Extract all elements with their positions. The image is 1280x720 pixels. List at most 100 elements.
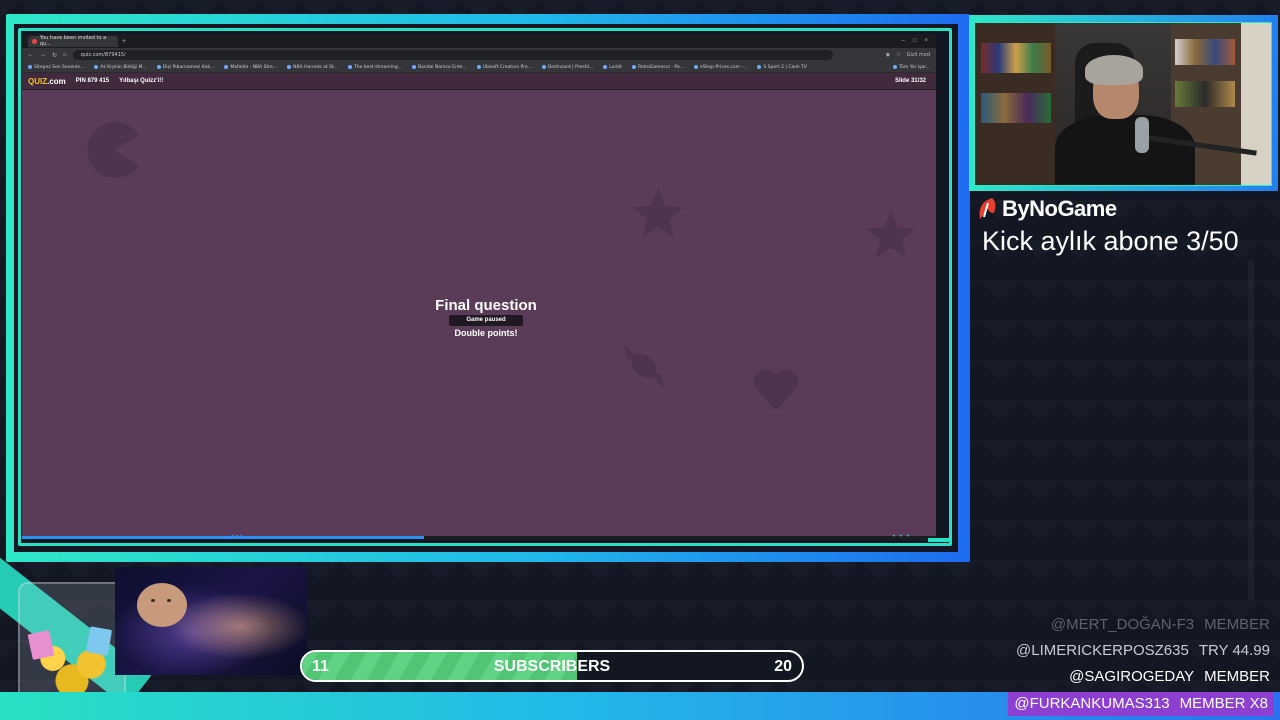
- progress-dots-left: •••: [232, 534, 245, 540]
- gift-card-icon: [85, 626, 113, 656]
- quiz-pin: PIN 879 415: [75, 78, 110, 84]
- bookmark-item[interactable]: Lurkit: [603, 65, 622, 70]
- bookmark-item[interactable]: Ubisoft Creators Pro...: [476, 65, 532, 70]
- bookmark-icon: [348, 65, 353, 69]
- bookmark-icon: [541, 65, 546, 69]
- member-row: @MERT_DOĞAN-F3 MEMBER: [1016, 614, 1270, 640]
- subscribers-current: 11: [312, 658, 329, 675]
- member-tag: MEMBER: [1204, 668, 1270, 685]
- member-tag: MEMBER: [1204, 616, 1270, 633]
- browser-tabbar: You have been invited to a qu... + – □ ×: [22, 34, 936, 48]
- bookmark-item[interactable]: The best streaming...: [348, 65, 402, 70]
- bookmark-item[interactable]: eShop-Prices.com -...: [693, 65, 747, 70]
- browser-tab-title: You have been invited to a qu...: [39, 35, 107, 47]
- quiz-progress-track: ••• •••: [22, 534, 936, 540]
- heart-decoration-icon: [753, 369, 799, 411]
- bookmark-star-icon[interactable]: ☆: [896, 52, 900, 58]
- bookmark-icon: [94, 65, 99, 69]
- minimize-icon[interactable]: –: [902, 38, 905, 44]
- bookmark-icon: [693, 65, 698, 69]
- incognito-icon: ◉: [885, 52, 891, 58]
- webcam-feed: [974, 22, 1272, 186]
- books-row: [1175, 81, 1235, 107]
- brand-logo: ByNoGame: [976, 196, 1117, 222]
- latest-member-highlight: @FURKANKUMAS313 MEMBER X8: [1008, 692, 1274, 716]
- progress-dots-right: •••: [892, 534, 914, 540]
- bookmark-icon: [757, 65, 762, 69]
- close-icon[interactable]: ×: [924, 38, 928, 44]
- brand-name: ByNoGame: [1002, 196, 1117, 221]
- bookmark-icon: [476, 65, 481, 69]
- bookmark-icon: [224, 65, 229, 69]
- bookmark-item[interactable]: Destnzard | Prestil...: [541, 65, 593, 70]
- final-question-text: Final question: [435, 297, 537, 314]
- quiz-logo[interactable]: QUIZ.com: [28, 77, 66, 86]
- member-tag: TRY 44.99: [1198, 642, 1270, 659]
- bookmark-item[interactable]: Dişi İhbarnamesi Kak...: [156, 65, 214, 70]
- forward-icon[interactable]: →: [40, 52, 46, 58]
- url-input[interactable]: quiz.com/879415/: [72, 50, 833, 60]
- side-panel-divider: [1248, 260, 1254, 600]
- reload-icon[interactable]: ↻: [52, 52, 57, 59]
- member-name: @MERT_DOĞAN-F3: [1050, 616, 1195, 633]
- profile-label[interactable]: Gizli mod: [907, 52, 930, 58]
- member-name: @FURKANKUMAS313: [1014, 695, 1170, 712]
- bookmark-icon: [287, 65, 292, 69]
- books-row: [981, 43, 1051, 73]
- subscribers-goal-bar: SUBSCRIBERS 11 20: [300, 650, 804, 682]
- streamer-beanie: [1085, 55, 1143, 85]
- member-row: @LIMERICKERPOSZ635 TRY 44.99: [1016, 640, 1270, 666]
- address-bar: ← → ↻ ⌂ quiz.com/879415/ ◉ ☆ Gizli mod: [22, 48, 936, 62]
- game-paused-badge: Game paused: [449, 315, 523, 326]
- quiz-header: QUIZ.com PIN 879 415 Yılbaşı Quizz'i!! S…: [22, 73, 936, 89]
- wall-light: [1241, 23, 1271, 185]
- bookmark-icon: [156, 65, 161, 69]
- subscribers-label: SUBSCRIBERS: [493, 658, 611, 675]
- bookmark-icon: [412, 65, 416, 69]
- candy-decoration-icon: [624, 344, 664, 388]
- bookmark-icon: [603, 65, 608, 69]
- slide-counter: Slide 31/32: [894, 78, 926, 84]
- member-tag: MEMBER X8: [1179, 695, 1268, 712]
- bookmark-item[interactable]: Az Kişinin Bildiği M...: [94, 65, 147, 70]
- avatar-eye: [151, 599, 155, 602]
- bookmark-item[interactable]: NBA Hornets at St...: [287, 65, 338, 70]
- avatar-eye: [167, 599, 171, 602]
- subscribers-goal: 20: [774, 658, 792, 675]
- address-bar-actions: ◉ ☆ Gizli mod: [886, 52, 930, 58]
- bookmark-item[interactable]: S Sport 2 | Canlı TV: [757, 65, 807, 70]
- bookmark-item[interactable]: Sitepnz Son Sevenle...: [28, 65, 84, 70]
- folder-icon: [892, 65, 897, 69]
- kick-subscriber-goal-text: Kick aylık abone 3/50: [982, 226, 1239, 256]
- star-decoration-icon: [865, 209, 917, 259]
- browser-tab[interactable]: You have been invited to a qu...: [28, 35, 118, 47]
- window-controls: – □ ×: [902, 38, 936, 44]
- new-tab-icon[interactable]: +: [122, 38, 126, 45]
- bookmarks-bar: Sitepnz Son Sevenle... Az Kişinin Bildiğ…: [22, 62, 936, 73]
- bookmark-icon: [28, 65, 32, 69]
- bookmark-item[interactable]: RetroGamesrz - Pa...: [631, 65, 684, 70]
- home-icon[interactable]: ⌂: [63, 52, 67, 58]
- books-row: [1175, 39, 1235, 65]
- quiz-stage: Final question Game paused Double points…: [22, 90, 936, 540]
- member-name: @LIMERICKERPOSZ635: [1016, 642, 1189, 659]
- bookmark-icon: [631, 65, 636, 69]
- quiz-progress-fill: [22, 536, 425, 539]
- bookmark-item[interactable]: Mafalde - NBA Stre...: [224, 65, 277, 70]
- member-row: @SAGIROGEDAY MEMBER: [1016, 666, 1270, 692]
- quiz-favicon-icon: [32, 38, 37, 44]
- books-row: [981, 93, 1051, 123]
- star-decoration-icon: [632, 188, 684, 238]
- recent-members-list: @MERT_DOĞAN-F3 MEMBER @LIMERICKERPOSZ635 T…: [1016, 614, 1270, 692]
- bynogame-logo-icon: [979, 198, 996, 219]
- bookmark-item[interactable]: Bandai Namco Ente...: [412, 65, 467, 70]
- browser-window: You have been invited to a qu... + – □ ×…: [22, 34, 936, 540]
- maximize-icon[interactable]: □: [913, 38, 917, 44]
- back-icon[interactable]: ←: [28, 52, 34, 58]
- url-text: quiz.com/879415/: [80, 52, 126, 58]
- member-name: @SAGIROGEDAY: [1069, 668, 1195, 685]
- all-bookmarks-item[interactable]: Tüm Yer işar...: [892, 65, 930, 70]
- microphone-icon: [1135, 117, 1149, 153]
- streamer-body: [1055, 115, 1195, 185]
- floating-face-avatar: [137, 583, 187, 627]
